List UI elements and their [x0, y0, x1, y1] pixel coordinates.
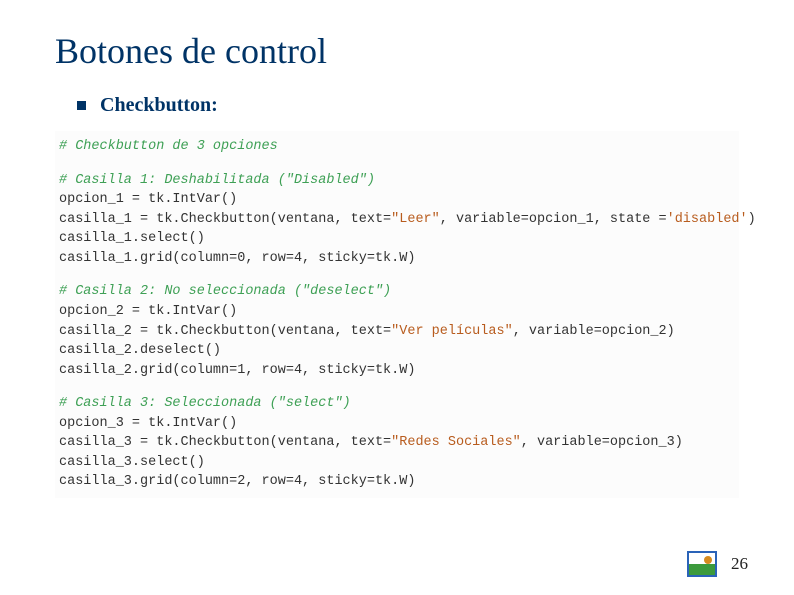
code-block: # Checkbutton de 3 opciones # Casilla 1: … [55, 131, 739, 498]
code-line: casilla_2.grid(column=1, row=4, sticky=t… [59, 361, 735, 381]
code-line: opcion_2 = tk.IntVar() [59, 302, 735, 322]
code-comment-line: # Casilla 3: Seleccionada ("select") [59, 394, 735, 414]
code-line: casilla_3.grid(column=2, row=4, sticky=t… [59, 472, 735, 492]
page-number: 26 [731, 554, 748, 574]
code-line: opcion_3 = tk.IntVar() [59, 414, 735, 434]
code-line: casilla_1 = tk.Checkbutton(ventana, text… [59, 210, 735, 230]
code-line: casilla_3 = tk.Checkbutton(ventana, text… [59, 433, 735, 453]
code-line: casilla_2 = tk.Checkbutton(ventana, text… [59, 322, 735, 342]
slide-title: Botones de control [55, 30, 739, 72]
bullet-icon [77, 101, 86, 110]
code-comment-line: # Casilla 1: Deshabilitada ("Disabled") [59, 171, 735, 191]
bullet-item: Checkbutton: [77, 94, 739, 117]
code-blank-line [59, 157, 735, 171]
python-logo-icon [687, 551, 717, 577]
slide: Botones de control Checkbutton: # Checkb… [0, 0, 794, 498]
code-line: opcion_1 = tk.IntVar() [59, 190, 735, 210]
subtitle: Checkbutton: [100, 94, 218, 117]
code-line: casilla_3.select() [59, 453, 735, 473]
code-comment-line: # Casilla 2: No seleccionada ("deselect"… [59, 282, 735, 302]
code-line: casilla_1.grid(column=0, row=4, sticky=t… [59, 249, 735, 269]
code-line: casilla_1.select() [59, 229, 735, 249]
code-blank-line [59, 380, 735, 394]
code-blank-line [59, 268, 735, 282]
footer: 26 [687, 551, 748, 577]
code-comment-line: # Checkbutton de 3 opciones [59, 137, 735, 157]
code-line: casilla_2.deselect() [59, 341, 735, 361]
